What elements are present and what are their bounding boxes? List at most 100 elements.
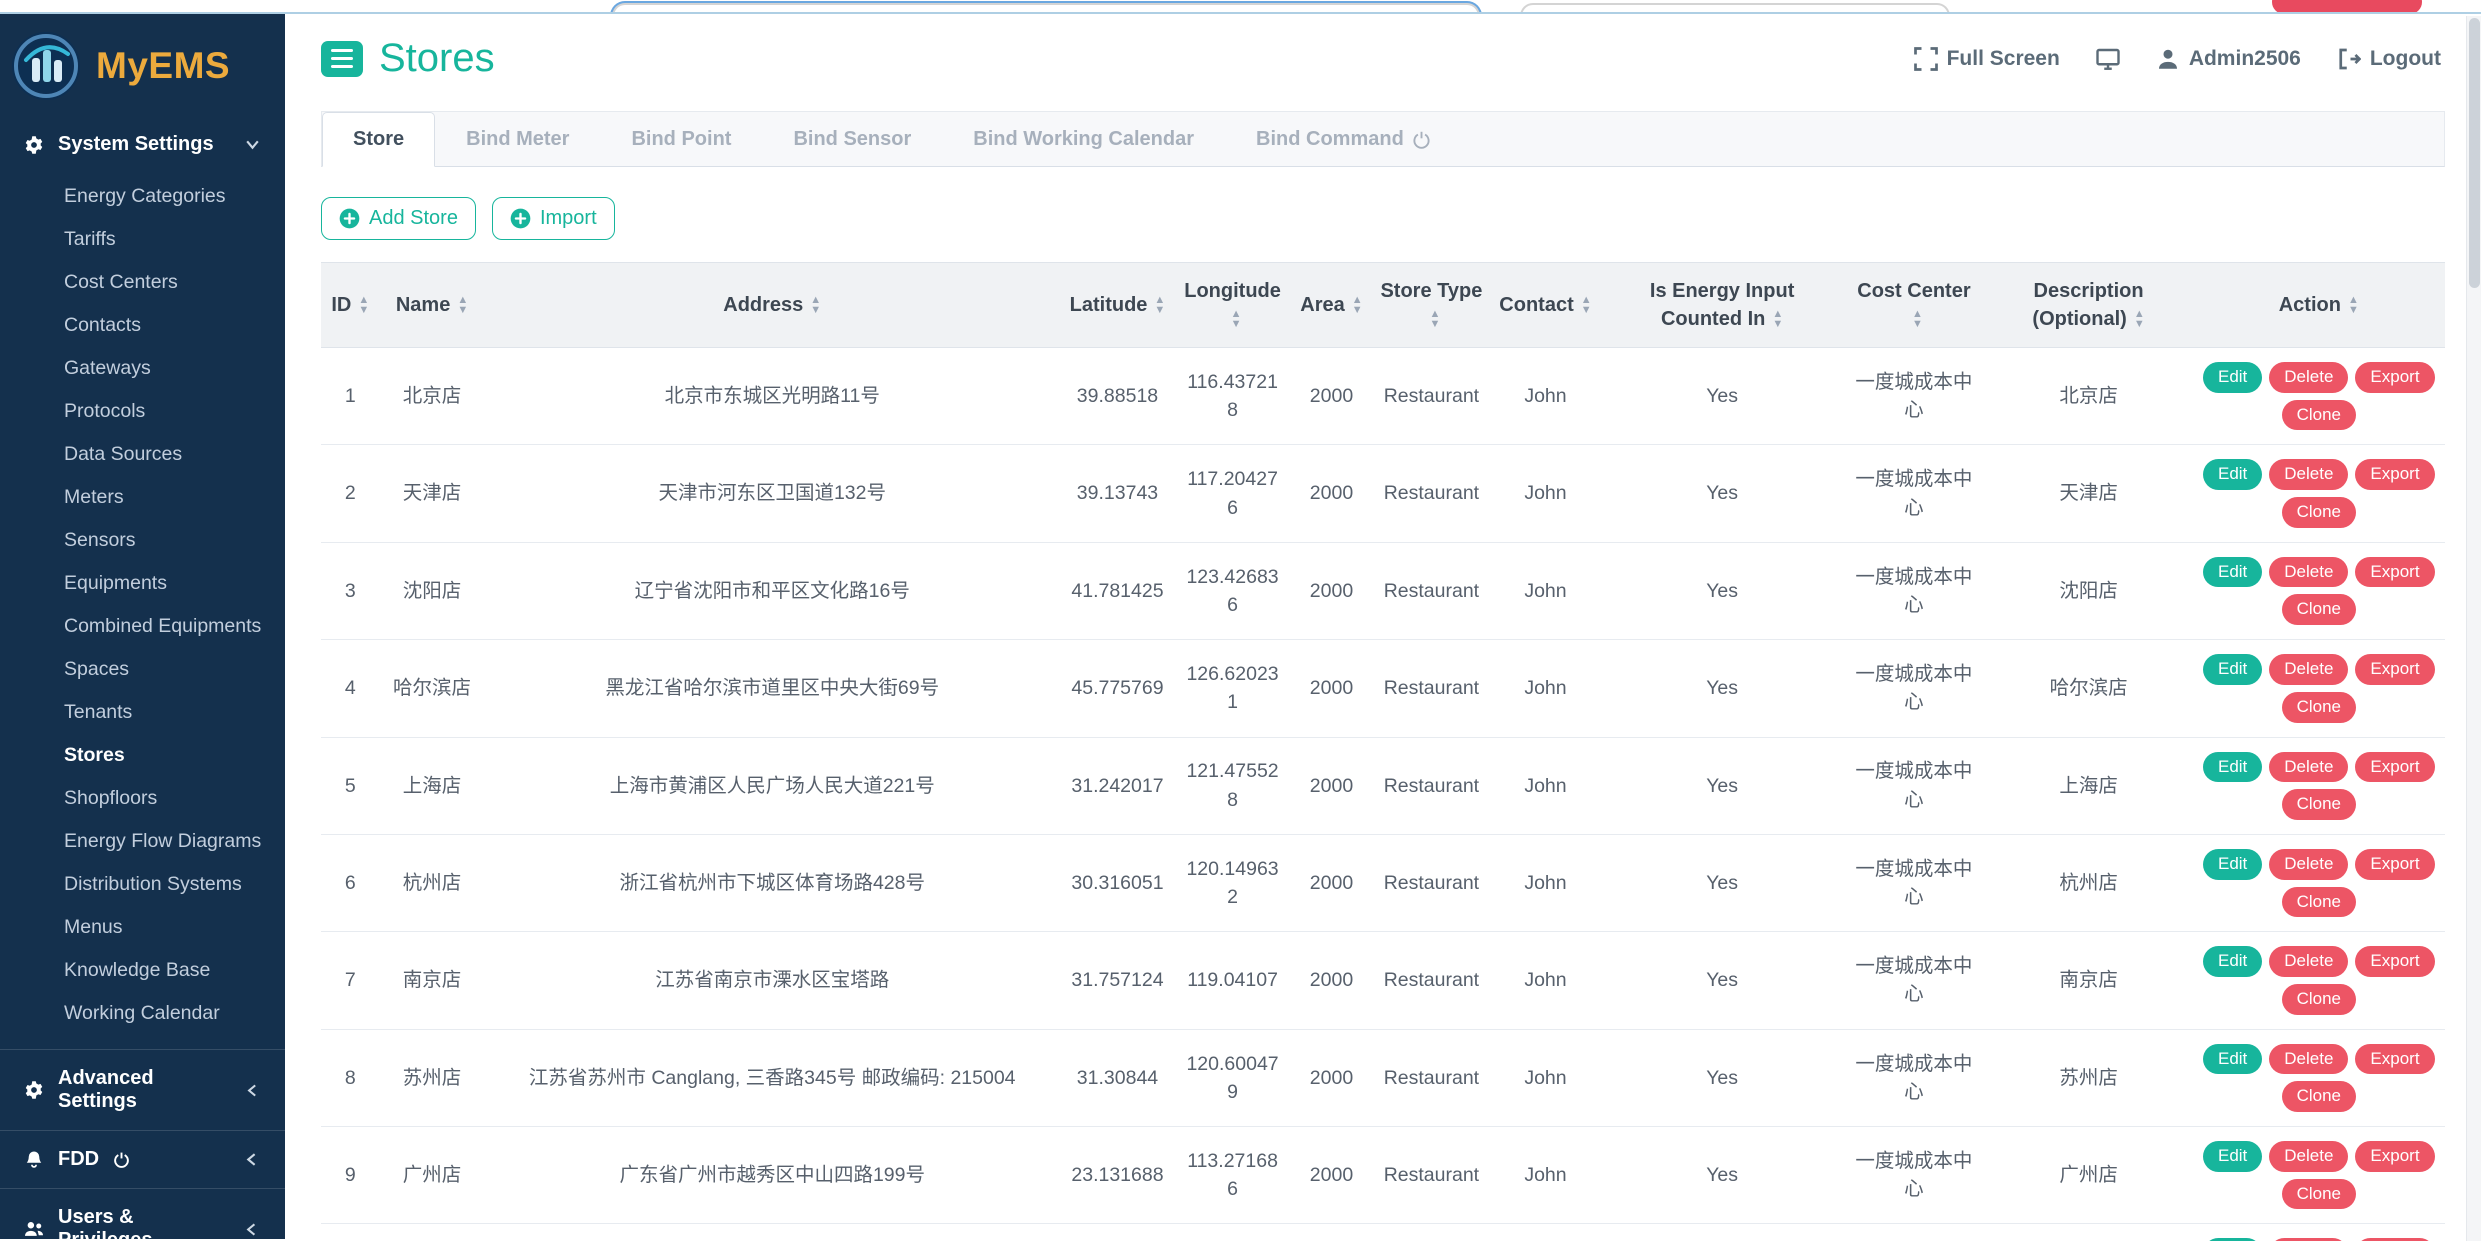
delete-button[interactable]: Delete: [2269, 1044, 2348, 1075]
clone-button[interactable]: Clone: [2282, 789, 2356, 820]
sidebar-item-working-calendar[interactable]: Working Calendar: [0, 992, 285, 1035]
sidebar-section-users-privileges[interactable]: Users & Privileges: [0, 1189, 285, 1239]
sidebar-item-gateways[interactable]: Gateways: [0, 347, 285, 390]
sidebar-item-cost-centers[interactable]: Cost Centers: [0, 261, 285, 304]
scrollbar-thumb[interactable]: [2469, 18, 2480, 288]
delete-button[interactable]: Delete: [2269, 362, 2348, 393]
sidebar-item-energy-flow-diagrams[interactable]: Energy Flow Diagrams: [0, 820, 285, 863]
export-button[interactable]: Export: [2355, 654, 2434, 685]
sort-icon[interactable]: ▲▼: [2348, 296, 2359, 316]
edit-button[interactable]: Edit: [2203, 654, 2262, 685]
delete-button[interactable]: Delete: [2269, 849, 2348, 880]
delete-button[interactable]: Delete: [2269, 654, 2348, 685]
sidebar-item-knowledge-base[interactable]: Knowledge Base: [0, 949, 285, 992]
logout-button[interactable]: Logout: [2337, 47, 2441, 71]
edit-button[interactable]: Edit: [2203, 849, 2262, 880]
sidebar-item-energy-categories[interactable]: Energy Categories: [0, 175, 285, 218]
column-header-cost-center[interactable]: Cost Center▲▼: [1843, 263, 1984, 348]
column-header-store-type[interactable]: Store Type▲▼: [1373, 263, 1490, 348]
clone-button[interactable]: Clone: [2282, 1081, 2356, 1112]
export-button[interactable]: Export: [2355, 849, 2434, 880]
import-button[interactable]: Import: [492, 197, 615, 240]
sidebar-item-data-sources[interactable]: Data Sources: [0, 433, 285, 476]
column-header-latitude[interactable]: Latitude▲▼: [1060, 263, 1175, 348]
edit-button[interactable]: Edit: [2203, 557, 2262, 588]
sort-icon[interactable]: ▲▼: [358, 296, 369, 316]
sidebar-section-fdd[interactable]: FDD: [0, 1131, 285, 1188]
sidebar-section-advanced-settings[interactable]: Advanced Settings: [0, 1050, 285, 1130]
browser-search-box-partial[interactable]: [1520, 3, 1950, 14]
sidebar-item-combined-equipments[interactable]: Combined Equipments: [0, 605, 285, 648]
delete-button[interactable]: Delete: [2269, 946, 2348, 977]
column-header-action[interactable]: Action▲▼: [2193, 263, 2445, 348]
clone-button[interactable]: Clone: [2282, 400, 2356, 431]
delete-button[interactable]: Delete: [2269, 459, 2348, 490]
sort-icon[interactable]: ▲▼: [1581, 296, 1592, 316]
sidebar-item-shopfloors[interactable]: Shopfloors: [0, 777, 285, 820]
clone-button[interactable]: Clone: [2282, 692, 2356, 723]
export-button[interactable]: Export: [2355, 557, 2434, 588]
page-scrollbar[interactable]: [2466, 16, 2481, 1241]
column-header-area[interactable]: Area▲▼: [1290, 263, 1373, 348]
sort-icon[interactable]: ▲▼: [1772, 310, 1783, 330]
console-button[interactable]: [2096, 47, 2120, 71]
brand[interactable]: MyEMS: [0, 14, 285, 116]
sort-icon[interactable]: ▲▼: [1352, 296, 1363, 316]
tab-bind-meter[interactable]: Bind Meter: [435, 112, 600, 167]
browser-address-bar-partial[interactable]: [612, 3, 1480, 14]
sidebar-item-spaces[interactable]: Spaces: [0, 648, 285, 691]
column-header-is-energy-input-counted-in[interactable]: Is Energy Input Counted In▲▼: [1601, 263, 1843, 348]
column-header-longitude[interactable]: Longitude▲▼: [1175, 263, 1290, 348]
edit-button[interactable]: Edit: [2203, 1141, 2262, 1172]
edit-button[interactable]: Edit: [2203, 459, 2262, 490]
column-header-id[interactable]: ID▲▼: [321, 263, 380, 348]
sidebar-item-tenants[interactable]: Tenants: [0, 691, 285, 734]
tab-bind-working-calendar[interactable]: Bind Working Calendar: [942, 112, 1225, 167]
sidebar-item-sensors[interactable]: Sensors: [0, 519, 285, 562]
sidebar-item-protocols[interactable]: Protocols: [0, 390, 285, 433]
tab-bind-command[interactable]: Bind Command: [1225, 112, 1462, 167]
export-button[interactable]: Export: [2355, 459, 2434, 490]
edit-button[interactable]: Edit: [2203, 946, 2262, 977]
sidebar-item-equipments[interactable]: Equipments: [0, 562, 285, 605]
tab-store[interactable]: Store: [322, 112, 435, 167]
export-button[interactable]: Export: [2355, 362, 2434, 393]
sidebar-item-distribution-systems[interactable]: Distribution Systems: [0, 863, 285, 906]
delete-button[interactable]: Delete: [2269, 557, 2348, 588]
delete-button[interactable]: Delete: [2269, 752, 2348, 783]
browser-red-button-partial[interactable]: [2272, 0, 2422, 14]
sidebar-item-tariffs[interactable]: Tariffs: [0, 218, 285, 261]
sidebar-item-contacts[interactable]: Contacts: [0, 304, 285, 347]
edit-button[interactable]: Edit: [2203, 752, 2262, 783]
user-menu[interactable]: Admin2506: [2156, 47, 2301, 71]
sort-icon[interactable]: ▲▼: [2134, 310, 2145, 330]
menu-toggle-icon[interactable]: [321, 41, 363, 77]
clone-button[interactable]: Clone: [2282, 984, 2356, 1015]
sort-icon[interactable]: ▲▼: [1429, 310, 1440, 330]
sort-icon[interactable]: ▲▼: [457, 296, 468, 316]
column-header-address[interactable]: Address▲▼: [485, 263, 1060, 348]
edit-button[interactable]: Edit: [2203, 362, 2262, 393]
clone-button[interactable]: Clone: [2282, 497, 2356, 528]
fullscreen-button[interactable]: Full Screen: [1914, 47, 2060, 71]
sidebar-item-menus[interactable]: Menus: [0, 906, 285, 949]
clone-button[interactable]: Clone: [2282, 887, 2356, 918]
sidebar-item-meters[interactable]: Meters: [0, 476, 285, 519]
delete-button[interactable]: Delete: [2269, 1141, 2348, 1172]
column-header-description-optional[interactable]: Description (Optional)▲▼: [1985, 263, 2193, 348]
tab-bind-point[interactable]: Bind Point: [600, 112, 762, 167]
clone-button[interactable]: Clone: [2282, 1179, 2356, 1210]
tab-bind-sensor[interactable]: Bind Sensor: [762, 112, 942, 167]
add-store-button[interactable]: Add Store: [321, 197, 476, 240]
sidebar-section-system-settings[interactable]: System Settings: [0, 116, 285, 173]
sort-icon[interactable]: ▲▼: [1154, 296, 1165, 316]
edit-button[interactable]: Edit: [2203, 1044, 2262, 1075]
sort-icon[interactable]: ▲▼: [810, 296, 821, 316]
export-button[interactable]: Export: [2355, 946, 2434, 977]
sort-icon[interactable]: ▲▼: [1231, 310, 1242, 330]
clone-button[interactable]: Clone: [2282, 594, 2356, 625]
column-header-contact[interactable]: Contact▲▼: [1490, 263, 1601, 348]
export-button[interactable]: Export: [2355, 1141, 2434, 1172]
column-header-name[interactable]: Name▲▼: [380, 263, 485, 348]
export-button[interactable]: Export: [2355, 1044, 2434, 1075]
